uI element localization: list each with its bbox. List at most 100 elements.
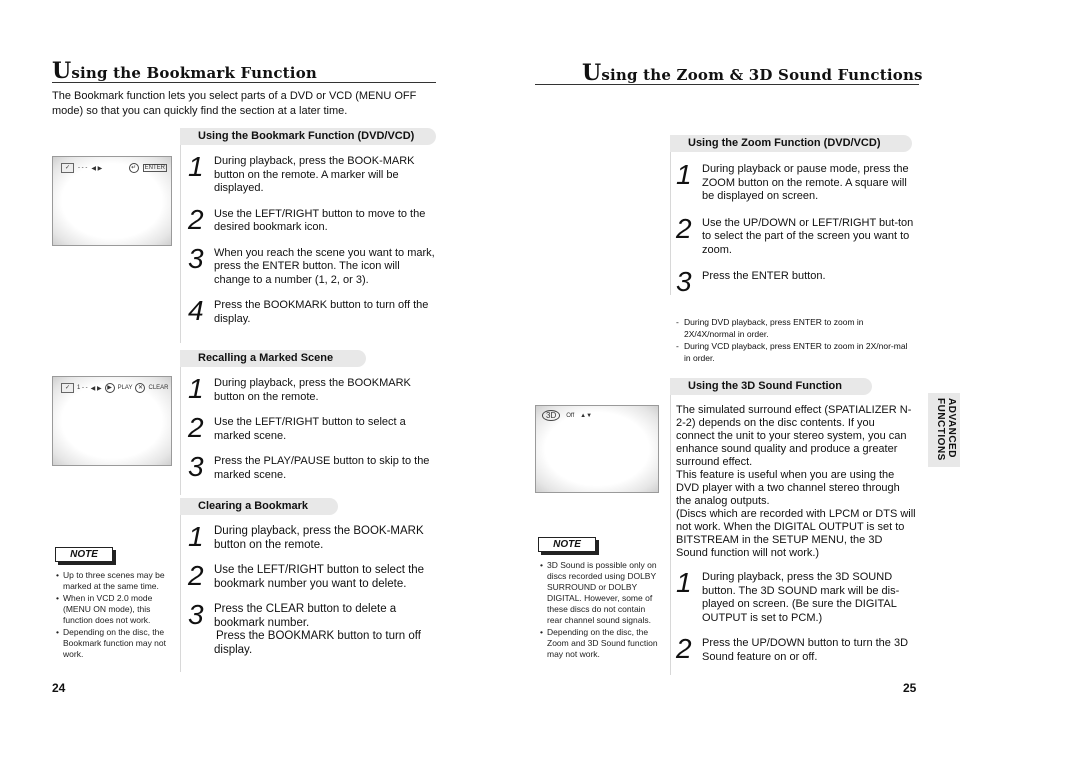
step-number: 2 [188, 560, 204, 591]
bookmark-icon: ✓ [61, 383, 74, 393]
step-item: 1 During playback or pause mode, press th… [676, 159, 916, 204]
note-item: 3D Sound is possible only on discs recor… [540, 560, 660, 626]
paragraph: (Discs which are recorded with LPCM or D… [676, 508, 916, 559]
step-number: 1 [188, 521, 204, 552]
note-list: Up to three scenes may be marked at the … [56, 570, 168, 661]
tv-screen-recall: ✓ 1 - - ◀ ▶ ▶ PLAY ✕ CLEAR [52, 376, 172, 466]
left-right-arrows-icon: ◀ ▶ [91, 165, 103, 172]
title-text: sing the Zoom & 3D Sound Functions [601, 66, 923, 84]
zoom-steps: 1 During playback or pause mode, press th… [676, 159, 916, 296]
title-rule [535, 84, 919, 85]
step-number: 1 [676, 567, 692, 598]
osd-bar: ✓ - - - ◀ ▶ ↵ ENTER [61, 163, 167, 173]
step-item: 3 Press the CLEAR button to delete a book… [188, 599, 438, 657]
bookmark-steps: 1 During playback, press the BOOK-MARK bu… [188, 151, 438, 326]
step-item: 3 Press the PLAY/PAUSE button to skip to … [188, 451, 438, 482]
note-list: 3D Sound is possible only on discs recor… [540, 560, 660, 661]
step-number: 4 [188, 295, 204, 326]
section-heading-zoom: Using the Zoom Function (DVD/VCD) [670, 135, 912, 152]
osd-bar: 3D Off ▲▼ [542, 410, 592, 421]
side-tab-line: ADVANCED [946, 398, 957, 458]
side-tab-advanced-functions: ADVANCED FUNCTIONS [928, 393, 960, 467]
enter-icon: ↵ [128, 163, 139, 173]
osd-bar: ✓ 1 - - ◀ ▶ ▶ PLAY ✕ CLEAR [61, 383, 169, 393]
3d-sound-icon: 3D [542, 410, 561, 421]
3d-sound-steps: 1 During playback, press the 3D SOUND but… [676, 567, 916, 664]
step-number: 1 [676, 159, 692, 190]
step-text: During playback, press the 3D SOUND butt… [702, 571, 900, 624]
step-item: 2 Use the LEFT/RIGHT button to select the… [188, 560, 438, 591]
step-item: 1 During playback, press the BOOK-MARK bu… [188, 151, 438, 196]
title-initial: U [582, 60, 602, 86]
title-text: sing the Bookmark Function [71, 64, 318, 82]
step-number: 3 [188, 599, 204, 630]
note-badge: NOTE [538, 537, 596, 552]
side-tab-line: FUNCTIONS [935, 398, 946, 461]
section-divider [670, 395, 671, 675]
page-number-right: 25 [903, 681, 917, 695]
step-text: During playback, press the BOOK-MARK but… [214, 155, 415, 194]
right-page-title: Using the Zoom & 3D Sound Functions [582, 60, 923, 86]
section-divider [180, 145, 181, 343]
step-item: 4 Press the BOOKMARK button to turn off t… [188, 295, 438, 326]
step-number: 3 [188, 242, 204, 274]
step-item: 3 When you reach the scene you want to ma… [188, 242, 438, 288]
step-item: 2 Use the LEFT/RIGHT button to select a m… [188, 412, 438, 443]
recall-steps: 1 During playback, press the BOOKMARK but… [188, 373, 438, 482]
section-divider [180, 367, 181, 495]
step-text: During playback, press the BOOK-MARK but… [214, 525, 424, 551]
step-item: 2 Use the UP/DOWN or LEFT/RIGHT but-ton t… [676, 214, 916, 258]
step-number: 3 [188, 451, 204, 482]
section-heading-bookmark: Using the Bookmark Function (DVD/VCD) [180, 128, 436, 145]
step-item: 2 Use the LEFT/RIGHT button to move to th… [188, 203, 438, 235]
step-number: 2 [676, 633, 692, 664]
step-text: Use the LEFT/RIGHT button to move to the… [214, 207, 426, 234]
step-number: 1 [188, 373, 204, 404]
step-text: Use the UP/DOWN or LEFT/RIGHT but-ton to… [702, 216, 914, 256]
title-rule [52, 82, 436, 83]
step-text: Press the ENTER button. [702, 270, 826, 282]
step-text: When you reach the scene you want to mar… [214, 246, 435, 286]
left-right-arrows-icon: ◀ ▶ [90, 385, 102, 392]
step-item: 1 During playback, press the BOOK-MARK bu… [188, 521, 438, 552]
step-item: 1 During playback, press the 3D SOUND but… [676, 567, 916, 625]
tv-screen-3d-sound: 3D Off ▲▼ [535, 405, 659, 493]
step-number: 2 [188, 203, 204, 235]
step-item: 2 Press the UP/DOWN button to turn the 3D… [676, 633, 916, 664]
clear-icon: ✕ [135, 383, 146, 393]
left-page-title: Using the Bookmark Function [52, 58, 317, 84]
step-text: Use the LEFT/RIGHT button to select a ma… [214, 416, 406, 442]
note-item: When in VCD 2.0 mode (MENU ON mode), thi… [56, 593, 168, 626]
section-divider [670, 152, 671, 295]
marker-slots: - - - [78, 165, 88, 171]
tv-screen-bookmark: ✓ - - - ◀ ▶ ↵ ENTER [52, 156, 172, 246]
step-text: Press the PLAY/PAUSE button to skip to t… [214, 455, 430, 481]
paragraph: The simulated surround effect (SPATIALIZ… [676, 404, 912, 468]
marker-slots: 1 - - [77, 385, 88, 391]
section-divider [180, 515, 181, 672]
play-icon: ▶ [104, 383, 115, 393]
side-tab-label: ADVANCED FUNCTIONS [935, 398, 957, 461]
play-label: PLAY [117, 385, 133, 391]
step-text: Press the CLEAR button to delete a bookm… [214, 603, 397, 629]
step-number: 2 [188, 412, 204, 443]
step-item: 3 Press the ENTER button. [676, 268, 916, 296]
intro-text: The Bookmark function lets you select pa… [52, 90, 417, 117]
title-initial: U [52, 58, 72, 84]
clear-steps: 1 During playback, press the BOOK-MARK bu… [188, 521, 438, 657]
note-badge: NOTE [55, 547, 113, 562]
zoom-note-item: During DVD playback, press ENTER to zoom… [676, 316, 914, 340]
section-heading-clear: Clearing a Bookmark [180, 498, 338, 515]
step-text: Press the UP/DOWN button to turn the 3D … [702, 637, 909, 663]
up-down-arrows-icon: ▲▼ [580, 412, 593, 419]
clear-label: CLEAR [148, 385, 169, 391]
zoom-notes: During DVD playback, press ENTER to zoom… [676, 316, 914, 364]
note-item: Depending on the disc, the Bookmark func… [56, 627, 168, 660]
step-extra-text: Press the BOOKMARK button to turn off di… [214, 630, 421, 656]
note-item: Up to three scenes may be marked at the … [56, 570, 168, 592]
step-text: During playback or pause mode, press the… [702, 163, 909, 202]
3d-sound-description: The simulated surround effect (SPATIALIZ… [676, 404, 916, 560]
section-heading-recall: Recalling a Marked Scene [180, 350, 366, 367]
step-number: 1 [188, 151, 204, 182]
step-text: Use the LEFT/RIGHT button to select the … [214, 564, 425, 590]
